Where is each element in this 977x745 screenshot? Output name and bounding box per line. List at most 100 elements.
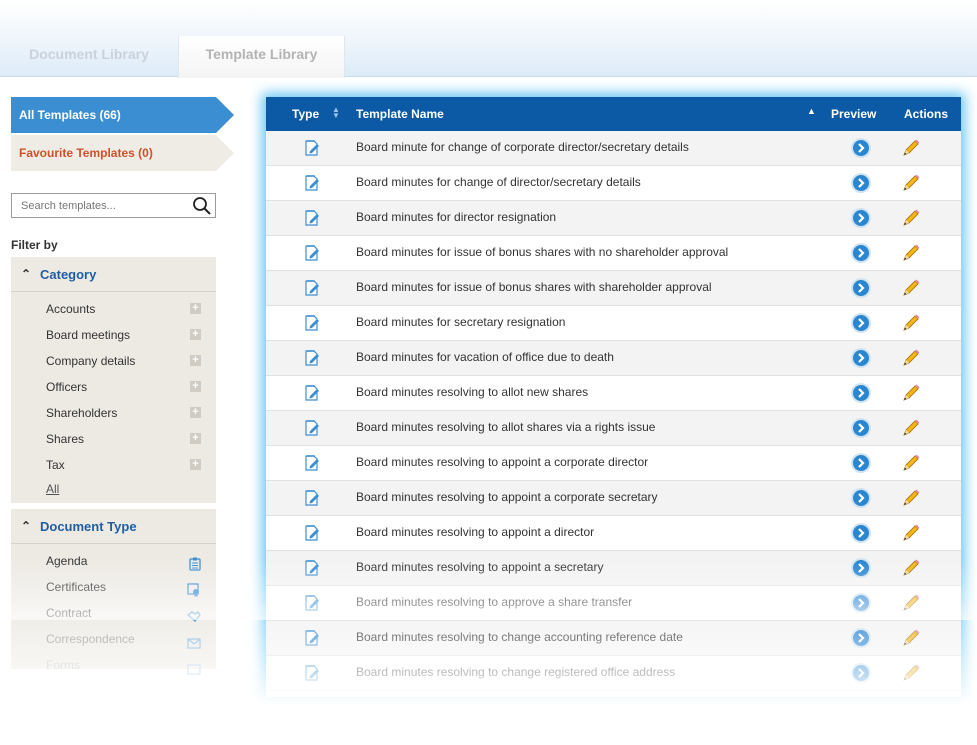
tab-template-library[interactable]: Template Library bbox=[178, 36, 345, 78]
preview-button[interactable] bbox=[850, 207, 872, 234]
plus-icon[interactable]: + bbox=[190, 303, 201, 314]
plus-icon[interactable]: + bbox=[190, 407, 201, 418]
template-name[interactable]: Board minutes resolving to allot new sha… bbox=[356, 376, 588, 409]
template-edit-doc-icon bbox=[303, 454, 321, 477]
template-name[interactable]: Board minutes for director resignation bbox=[356, 201, 556, 234]
category-item[interactable]: Officers + bbox=[11, 374, 216, 400]
template-name[interactable]: Board minutes resolving to change regist… bbox=[356, 656, 675, 689]
doctype-item-agenda[interactable]: Agenda bbox=[11, 548, 216, 574]
table-row[interactable]: Board minutes for issue of bonus shares … bbox=[266, 271, 961, 306]
edit-pencil-icon[interactable] bbox=[900, 522, 922, 549]
category-all-link[interactable]: All bbox=[11, 478, 216, 500]
plus-icon[interactable]: + bbox=[190, 329, 201, 340]
template-edit-doc-icon bbox=[303, 664, 321, 687]
type-column-header[interactable]: Type bbox=[292, 97, 319, 131]
nav-all-templates[interactable]: All Templates (66) bbox=[11, 97, 234, 133]
category-header[interactable]: ⌃ Category bbox=[11, 257, 216, 292]
preview-button[interactable] bbox=[850, 347, 872, 374]
doctype-item-correspondence[interactable]: Correspondence bbox=[11, 626, 216, 652]
preview-button[interactable] bbox=[850, 172, 872, 199]
table-row[interactable]: Board minutes for issue of bonus shares … bbox=[266, 236, 961, 271]
edit-pencil-icon[interactable] bbox=[900, 417, 922, 444]
edit-pencil-icon[interactable] bbox=[900, 382, 922, 409]
template-name[interactable]: Board minutes for vacation of office due… bbox=[356, 341, 614, 374]
sort-ascending-icon[interactable]: ▲ bbox=[807, 97, 816, 128]
edit-pencil-icon[interactable] bbox=[900, 627, 922, 654]
preview-button[interactable] bbox=[850, 312, 872, 339]
template-name[interactable]: Board minutes for secretary resignation bbox=[356, 306, 565, 339]
template-name[interactable]: Board minutes for issue of bonus shares … bbox=[356, 236, 728, 269]
preview-button[interactable] bbox=[850, 627, 872, 654]
document-type-header[interactable]: ⌃ Document Type bbox=[11, 509, 216, 544]
category-item[interactable]: Tax + bbox=[11, 452, 216, 478]
edit-pencil-icon[interactable] bbox=[900, 277, 922, 304]
table-row[interactable]: Board minute for change of corporate dir… bbox=[266, 131, 961, 166]
category-item[interactable]: Board meetings + bbox=[11, 322, 216, 348]
edit-pencil-icon[interactable] bbox=[900, 347, 922, 374]
table-row[interactable]: Board minutes resolving to change accoun… bbox=[266, 621, 961, 656]
template-name[interactable]: Board minutes for change of director/sec… bbox=[356, 166, 641, 199]
template-name[interactable]: Board minutes resolving to appoint a cor… bbox=[356, 481, 658, 514]
table-row[interactable]: Board minutes resolving to change regist… bbox=[266, 656, 961, 691]
template-edit-doc-icon bbox=[303, 594, 321, 617]
nav-favourite-templates[interactable]: Favourite Templates (0) bbox=[11, 135, 234, 171]
preview-button[interactable] bbox=[850, 242, 872, 269]
edit-pencil-icon[interactable] bbox=[900, 452, 922, 479]
table-row[interactable]: Board minutes resolving to allot new sha… bbox=[266, 376, 961, 411]
table-row[interactable]: Board minutes for director resignation bbox=[266, 201, 961, 236]
category-item[interactable]: Shareholders + bbox=[11, 400, 216, 426]
doctype-item-forms[interactable]: Forms bbox=[11, 652, 216, 678]
preview-button[interactable] bbox=[850, 557, 872, 584]
preview-button[interactable] bbox=[850, 452, 872, 479]
table-row[interactable]: Board minutes resolving to appoint a sec… bbox=[266, 551, 961, 586]
table-row[interactable]: Board minutes for secretary resignation bbox=[266, 306, 961, 341]
template-name[interactable]: Board minutes resolving to change accoun… bbox=[356, 621, 683, 654]
preview-button[interactable] bbox=[850, 522, 872, 549]
edit-pencil-icon[interactable] bbox=[900, 557, 922, 584]
template-name[interactable]: Board minutes resolving to appoint a sec… bbox=[356, 551, 603, 584]
name-column-header[interactable]: Template Name bbox=[356, 97, 444, 131]
preview-button[interactable] bbox=[850, 662, 872, 689]
template-name[interactable]: Board minutes resolving to approve a sha… bbox=[356, 586, 632, 619]
edit-pencil-icon[interactable] bbox=[900, 662, 922, 689]
template-name[interactable]: Board minutes resolving to appoint a cor… bbox=[356, 446, 648, 479]
template-name[interactable]: Board minutes resolving to appoint a dir… bbox=[356, 516, 594, 549]
table-row[interactable]: Board minutes resolving to appoint a cor… bbox=[266, 446, 961, 481]
doctype-item-contract[interactable]: Contract bbox=[11, 600, 216, 626]
tab-document-library[interactable]: Document Library bbox=[0, 36, 178, 77]
edit-pencil-icon[interactable] bbox=[900, 312, 922, 339]
category-item[interactable]: Company details + bbox=[11, 348, 216, 374]
edit-pencil-icon[interactable] bbox=[900, 207, 922, 234]
preview-button[interactable] bbox=[850, 382, 872, 409]
plus-icon[interactable]: + bbox=[190, 459, 201, 470]
plus-icon[interactable]: + bbox=[190, 355, 201, 366]
template-name[interactable]: Board minute for change of corporate dir… bbox=[356, 131, 689, 164]
table-row[interactable]: Board minutes resolving to appoint a cor… bbox=[266, 481, 961, 516]
table-row[interactable]: Board minutes resolving to approve a sha… bbox=[266, 586, 961, 621]
preview-button[interactable] bbox=[850, 137, 872, 164]
search-input[interactable] bbox=[12, 194, 187, 217]
preview-button[interactable] bbox=[850, 487, 872, 514]
edit-pencil-icon[interactable] bbox=[900, 137, 922, 164]
plus-icon[interactable]: + bbox=[190, 433, 201, 444]
edit-pencil-icon[interactable] bbox=[900, 242, 922, 269]
plus-icon[interactable]: + bbox=[190, 381, 201, 392]
edit-pencil-icon[interactable] bbox=[900, 487, 922, 514]
table-row[interactable]: Board minutes for vacation of office due… bbox=[266, 341, 961, 376]
preview-button[interactable] bbox=[850, 277, 872, 304]
doctype-item-certificates[interactable]: Certificates bbox=[11, 574, 216, 600]
edit-pencil-icon[interactable] bbox=[900, 172, 922, 199]
template-edit-doc-icon bbox=[303, 174, 321, 197]
preview-button[interactable] bbox=[850, 417, 872, 444]
category-item[interactable]: Accounts + bbox=[11, 296, 216, 322]
template-name[interactable]: Board minutes resolving to allot shares … bbox=[356, 411, 655, 444]
edit-pencil-icon[interactable] bbox=[900, 592, 922, 619]
table-row[interactable]: Board minutes resolving to allot shares … bbox=[266, 411, 961, 446]
template-name[interactable]: Board minutes for issue of bonus shares … bbox=[356, 271, 712, 304]
table-row[interactable]: Board minutes resolving to appoint a dir… bbox=[266, 516, 961, 551]
table-header: Type ▲ ▼ Template Name ▲ Preview Actions bbox=[266, 97, 961, 131]
search-icon[interactable] bbox=[192, 196, 212, 221]
category-item[interactable]: Shares + bbox=[11, 426, 216, 452]
table-row[interactable]: Board minutes for change of director/sec… bbox=[266, 166, 961, 201]
preview-button[interactable] bbox=[850, 592, 872, 619]
